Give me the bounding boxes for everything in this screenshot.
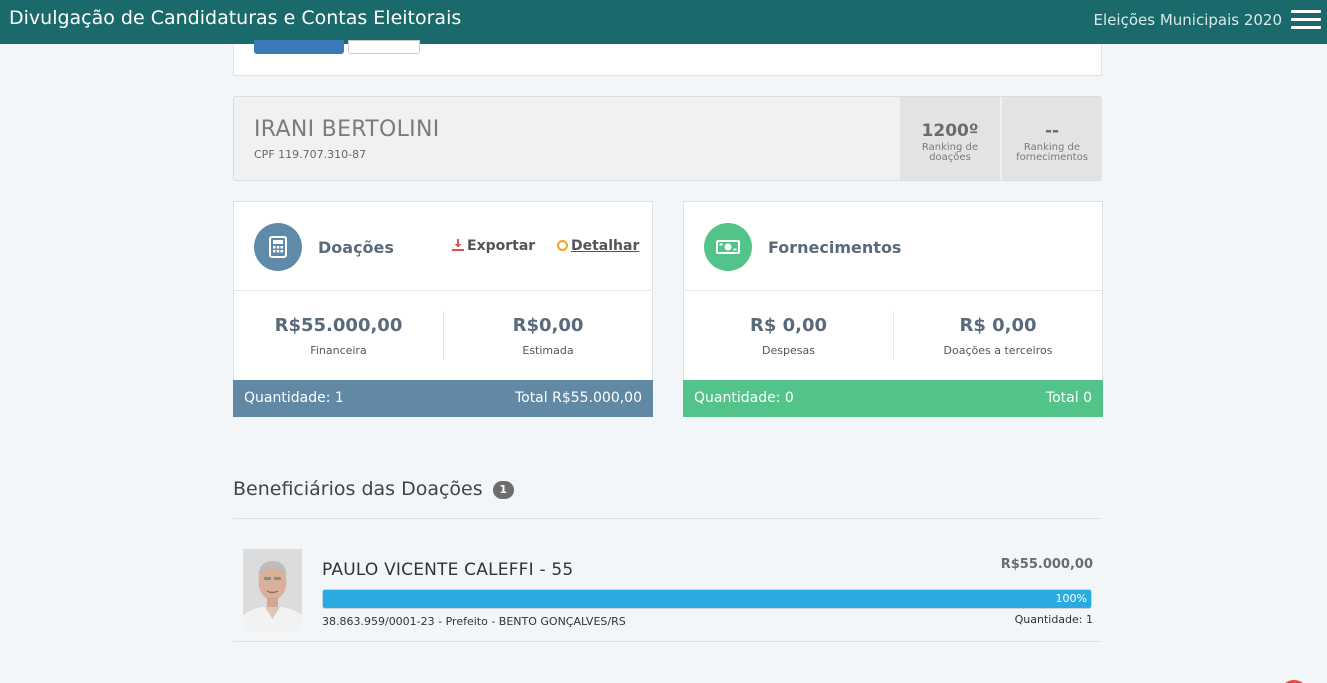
app-title[interactable]: Divulgação de Candidaturas e Contas Elei…	[9, 7, 461, 29]
third-party-label: Doações a terceiros	[943, 344, 1053, 357]
beneficiary-details: 38.863.959/0001-23 - Prefeito - BENTO GO…	[322, 615, 626, 628]
beneficiary-quantity: Quantidade: 1	[1014, 613, 1093, 626]
expenses-amount: R$ 0,00 Despesas	[684, 291, 893, 380]
donations-title: Doações	[318, 238, 394, 257]
beneficiaries-title: Beneficiários das Doações 1	[233, 478, 514, 500]
donations-total: Total R$55.000,00	[514, 390, 642, 406]
money-bill-icon	[704, 223, 752, 271]
beneficiaries-count-badge: 1	[492, 481, 514, 499]
progress-percent: 100%	[1055, 592, 1087, 605]
search-panel	[233, 40, 1102, 76]
supplies-card: Fornecimentos R$ 0,00 Despesas R$ 0,00 D…	[683, 201, 1103, 417]
ranking-donations-value: 1200º	[921, 121, 979, 141]
list-divider	[233, 641, 1102, 642]
donations-footer: Quantidade: 1 Total R$55.000,00	[233, 380, 653, 417]
donations-card-header: Doações Exportar Detalhar	[234, 202, 652, 291]
election-label: Eleições Municipais 2020	[1093, 11, 1282, 29]
beneficiaries-title-text: Beneficiários das Doações	[233, 478, 483, 500]
list-item[interactable]: PAULO VICENTE CALEFFI - 55 R$55.000,00 1…	[233, 540, 1102, 640]
download-icon	[452, 239, 464, 251]
donations-card: Doações Exportar Detalhar R$55.000,00 Fi…	[233, 201, 653, 417]
progress-fill	[323, 590, 1091, 608]
expenses-value: R$ 0,00	[749, 315, 828, 336]
donations-quantity: Quantidade: 1	[244, 390, 344, 406]
supplies-title: Fornecimentos	[768, 238, 902, 257]
candidate-header: IRANI BERTOLINI CPF 119.707.310-87 1200º…	[233, 96, 1102, 181]
export-label: Exportar	[467, 238, 536, 254]
export-button[interactable]: Exportar	[452, 238, 535, 254]
ranking-supplies-value: --	[1044, 121, 1060, 141]
donations-amounts: R$55.000,00 Financeira R$0,00 Estimada	[234, 291, 652, 380]
top-bar: Divulgação de Candidaturas e Contas Elei…	[0, 0, 1327, 44]
ranking-supplies: -- Ranking de fornecimentos	[1002, 97, 1102, 180]
supplies-card-header: Fornecimentos	[684, 202, 1102, 291]
financial-label: Financeira	[310, 344, 367, 357]
third-party-value: R$ 0,00	[959, 315, 1037, 336]
calculator-icon	[254, 223, 302, 271]
ranking-supplies-label: Ranking de fornecimentos	[1016, 142, 1088, 163]
progress-bar: 100%	[322, 589, 1092, 609]
beneficiary-name[interactable]: PAULO VICENTE CALEFFI - 55	[322, 560, 573, 580]
section-divider	[233, 518, 1102, 519]
beneficiary-amount: R$55.000,00	[1000, 557, 1093, 572]
circle-icon	[557, 240, 568, 251]
financial-value: R$55.000,00	[274, 315, 403, 336]
detail-label: Detalhar	[571, 238, 640, 254]
candidate-name: IRANI BERTOLINI	[254, 117, 440, 142]
supplies-quantity: Quantidade: 0	[694, 390, 794, 406]
primary-button[interactable]	[254, 40, 344, 54]
ranking-donations: 1200º Ranking de doações	[900, 97, 1000, 180]
candidate-cpf: CPF 119.707.310-87	[254, 148, 367, 161]
third-party-amount: R$ 0,00 Doações a terceiros	[893, 311, 1102, 359]
supplies-footer: Quantidade: 0 Total 0	[683, 380, 1103, 417]
secondary-button[interactable]	[348, 40, 420, 54]
expenses-label: Despesas	[762, 344, 815, 357]
estimated-amount: R$0,00 Estimada	[443, 311, 652, 359]
ranking-donations-label: Ranking de doações	[921, 142, 979, 163]
supplies-amounts: R$ 0,00 Despesas R$ 0,00 Doações a terce…	[684, 291, 1102, 380]
hamburger-menu-icon[interactable]	[1291, 10, 1321, 32]
estimated-label: Estimada	[522, 344, 574, 357]
estimated-value: R$0,00	[512, 315, 584, 336]
avatar[interactable]	[243, 549, 302, 631]
detail-link[interactable]: Detalhar	[557, 238, 639, 254]
supplies-total: Total 0	[1045, 390, 1092, 406]
financial-amount: R$55.000,00 Financeira	[234, 291, 443, 380]
